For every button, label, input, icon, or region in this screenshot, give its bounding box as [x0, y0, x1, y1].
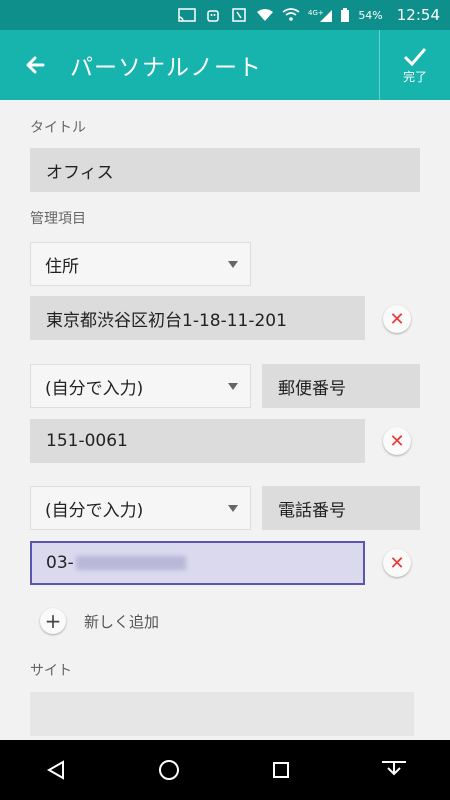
nav-back-button[interactable]	[36, 750, 76, 790]
nav-recents-button[interactable]	[261, 750, 301, 790]
custom1-type-select[interactable]: (自分で入力)	[30, 364, 251, 408]
remove-custom1-button[interactable]: ✕	[383, 427, 411, 455]
plus-icon: +	[40, 608, 66, 634]
address-input[interactable]: 東京都渋谷区初台1-18-11-201	[30, 296, 365, 340]
custom2-value-input[interactable]: 03-	[30, 541, 365, 585]
back-arrow-icon	[26, 56, 45, 74]
wifi-calling-icon	[256, 8, 274, 22]
address-type-value: 住所	[45, 256, 79, 277]
square-recents-icon	[273, 762, 290, 778]
battery-percent: 54%	[358, 8, 383, 22]
remove-custom2-button[interactable]: ✕	[383, 549, 411, 577]
triangle-back-icon	[47, 760, 65, 780]
app-toolbar: パーソナルノート 完了	[0, 30, 450, 100]
wifi-icon	[282, 8, 300, 22]
svg-text:4G+: 4G+	[308, 9, 324, 17]
done-label: 完了	[402, 69, 427, 84]
dropdown-arrow-icon	[228, 261, 238, 268]
battery-icon	[340, 8, 350, 22]
dropdown-arrow-icon	[228, 505, 238, 512]
close-icon: ✕	[389, 552, 405, 574]
check-icon	[403, 47, 427, 66]
form-content: タイトル オフィス 管理項目 住所 東京都渋谷区初台1-18-11-201 ✕ …	[0, 100, 450, 740]
custom2-name-input[interactable]: 電話番号	[262, 486, 420, 530]
custom1-type-value: (自分で入力)	[45, 378, 144, 399]
redacted-text	[75, 556, 186, 570]
page-title: パーソナルノート	[70, 55, 262, 81]
custom2-type-value: (自分で入力)	[45, 500, 144, 521]
back-button[interactable]	[0, 30, 70, 100]
robot-icon	[204, 8, 222, 22]
navigation-bar	[0, 740, 450, 800]
items-label: 管理項目	[30, 211, 86, 227]
custom2-type-select[interactable]: (自分で入力)	[30, 486, 251, 530]
status-bar: 4G+ 54% 12:54	[0, 0, 450, 30]
site-input[interactable]	[30, 692, 414, 736]
nav-notification-button[interactable]	[374, 750, 414, 790]
custom1-name-input[interactable]: 郵便番号	[262, 364, 420, 408]
dropdown-arrow-icon	[228, 383, 238, 390]
add-item-label: 新しく追加	[84, 612, 160, 631]
clock: 12:54	[396, 6, 440, 24]
close-icon: ✕	[389, 308, 405, 330]
signal-4g-icon: 4G+	[308, 8, 333, 22]
cast-icon	[178, 8, 197, 22]
done-button[interactable]: 完了	[379, 30, 450, 100]
nav-home-button[interactable]	[149, 750, 189, 790]
nfc-icon	[230, 8, 248, 22]
close-icon: ✕	[389, 430, 405, 452]
site-label: サイト	[30, 663, 72, 679]
circle-home-icon	[158, 760, 179, 780]
custom1-value-input[interactable]: 151-0061	[30, 419, 365, 463]
title-input[interactable]: オフィス	[30, 148, 420, 192]
remove-address-button[interactable]: ✕	[383, 305, 411, 333]
phone-prefix: 03-	[46, 553, 74, 573]
pull-down-icon	[381, 761, 406, 776]
address-type-select[interactable]: 住所	[30, 242, 251, 286]
title-label: タイトル	[30, 120, 86, 136]
add-item-button[interactable]: + 新しく追加	[40, 608, 159, 634]
